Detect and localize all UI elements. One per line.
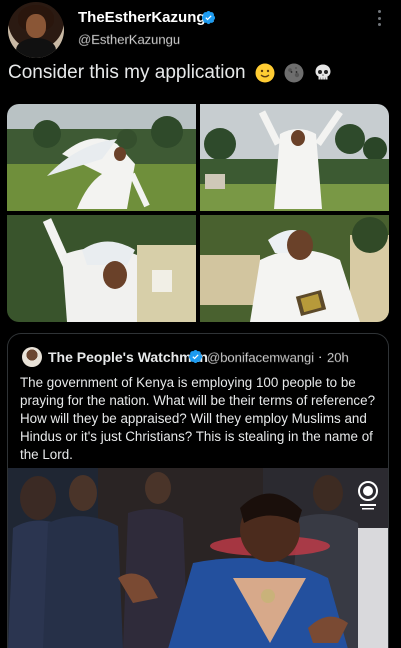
tweet-media-grid[interactable] bbox=[7, 104, 389, 322]
photo-woman-white-robe-arms-raised[interactable] bbox=[200, 104, 389, 211]
profile-avatar[interactable] bbox=[8, 2, 64, 58]
time-separator: · bbox=[318, 349, 323, 364]
photo-woman-white-robe-holding-bible[interactable] bbox=[200, 215, 389, 322]
quoted-tweet-card[interactable]: The People's Watchman @bonifacemwangi · … bbox=[7, 333, 389, 648]
quoted-author-avatar[interactable] bbox=[22, 347, 42, 367]
author-display-name[interactable]: TheEstherKazungu bbox=[78, 9, 215, 26]
citizen-tv-logo bbox=[358, 481, 378, 510]
tweet-header: TheEstherKazungu @EstherKazungu bbox=[0, 0, 401, 60]
verified-badge-icon bbox=[201, 10, 216, 25]
quoted-tweet-time[interactable]: 20h bbox=[327, 350, 349, 366]
more-options-icon[interactable] bbox=[373, 8, 385, 28]
photo-woman-white-robe-bowing[interactable] bbox=[7, 104, 196, 211]
author-handle[interactable]: @EstherKazungu bbox=[78, 32, 181, 48]
tweet-body: Consider this my application bbox=[8, 62, 333, 84]
slightly-smiling-face-emoji bbox=[255, 63, 275, 83]
photo-woman-white-robe-praying[interactable] bbox=[7, 215, 196, 322]
tweet-text: Consider this my application bbox=[8, 62, 246, 83]
photo-woman-praying-with-hands-open[interactable] bbox=[8, 468, 388, 648]
quoted-author-handle[interactable]: @bonifacemwangi bbox=[207, 350, 315, 366]
skull-emoji bbox=[315, 64, 331, 80]
quoted-author-display-name[interactable]: The People's Watchman bbox=[48, 349, 208, 365]
quoted-tweet-text: The government of Kenya is employing 100… bbox=[20, 375, 376, 462]
verified-badge-icon bbox=[188, 349, 203, 364]
new-moon-face-emoji bbox=[284, 63, 304, 83]
